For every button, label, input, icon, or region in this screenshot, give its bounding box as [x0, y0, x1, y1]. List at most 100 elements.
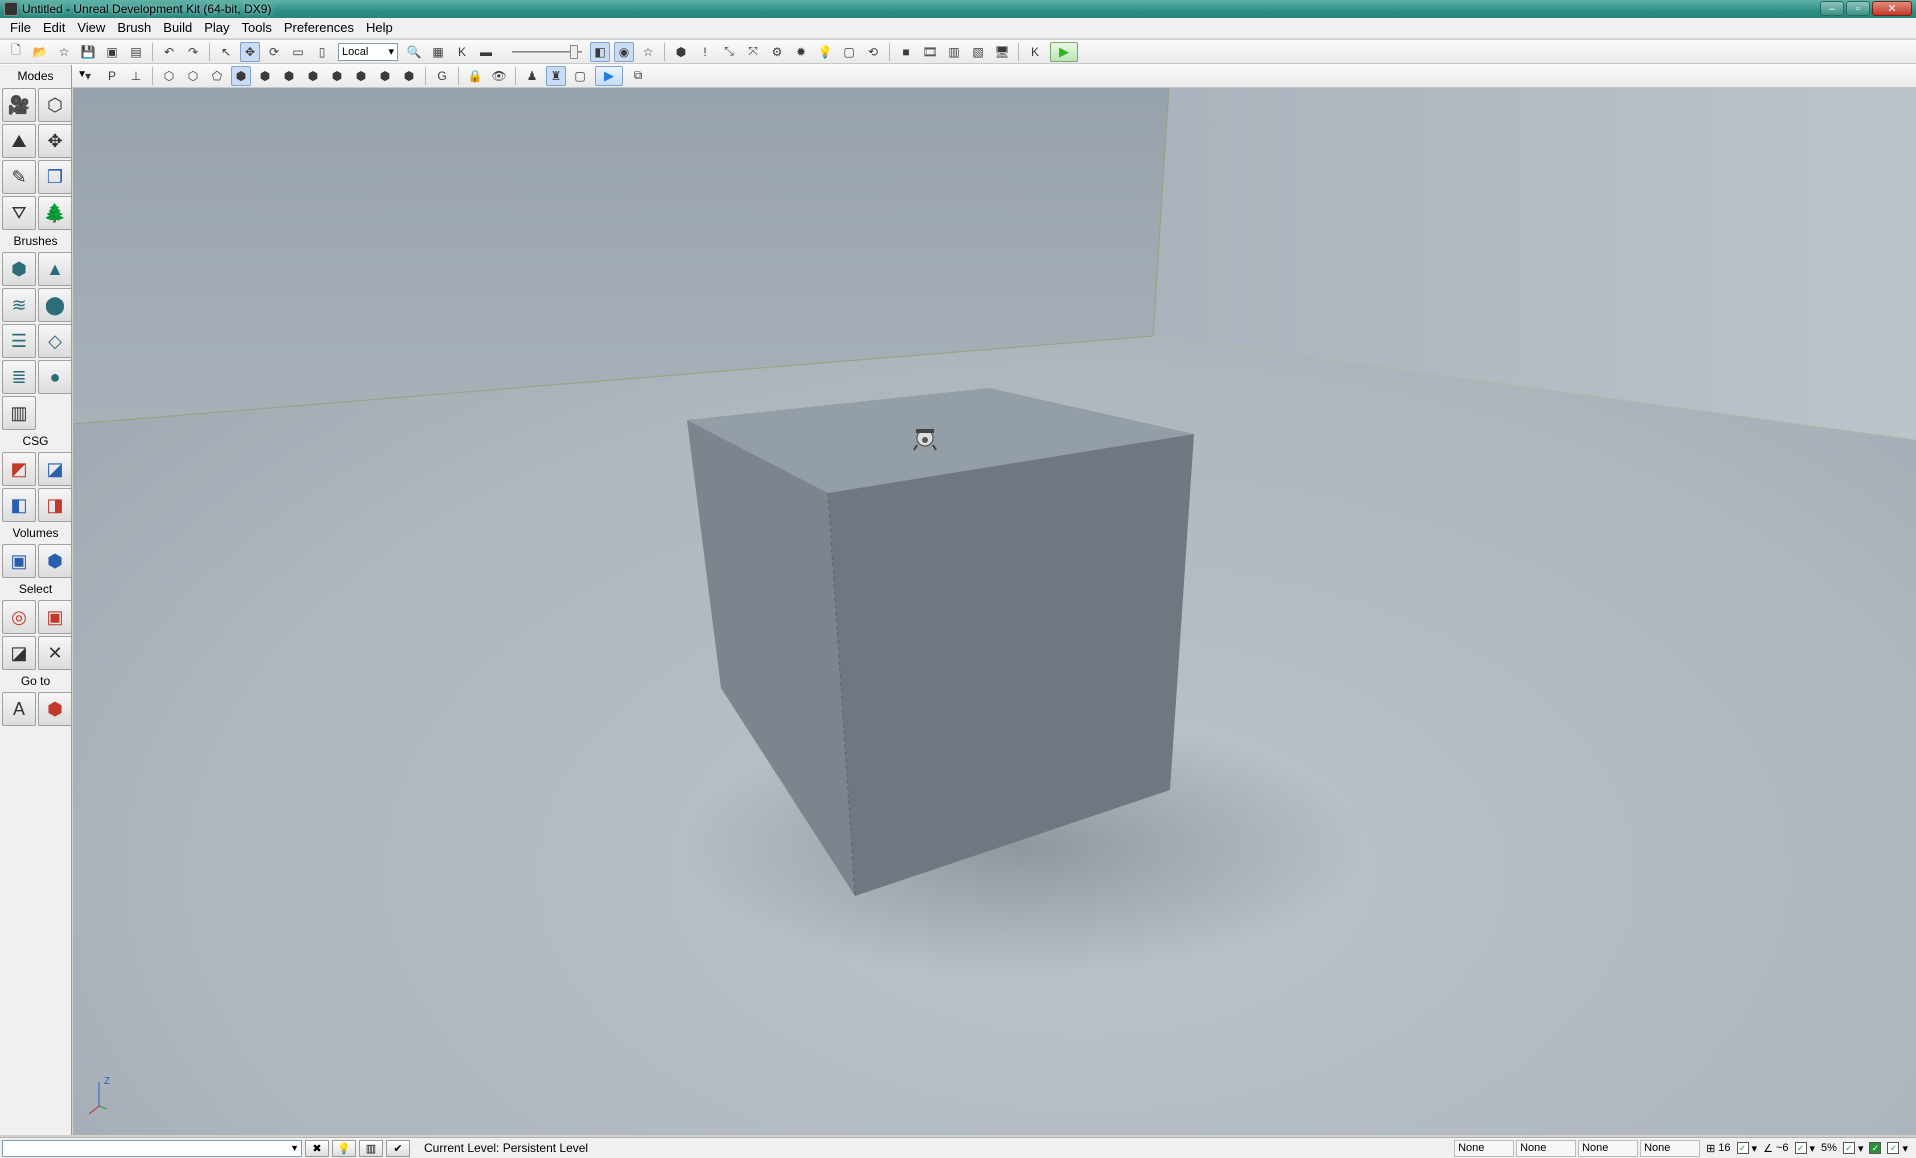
lighting-channels-icon[interactable]: ⬢: [399, 66, 419, 86]
source-control-icon[interactable]: ✓: [1869, 1142, 1882, 1154]
wireframe-icon[interactable]: ⬡: [183, 66, 203, 86]
perspective-icon[interactable]: P: [102, 66, 122, 86]
show-brush-icon[interactable]: ◧: [590, 41, 610, 62]
lightmap-density-icon[interactable]: ⬢: [375, 66, 395, 86]
monitor-icon[interactable]: 🖥: [992, 42, 1012, 62]
auto-save-icon[interactable]: ✔: [386, 1139, 410, 1157]
save-all-icon[interactable]: ▣: [102, 42, 122, 62]
build-lighting-icon[interactable]: ǃ: [695, 42, 715, 62]
add-volume-button[interactable]: ▣: [2, 544, 36, 578]
cylinder-brush-button[interactable]: ⬤: [38, 288, 72, 322]
brush-wireframe-icon[interactable]: ⬡: [159, 66, 179, 86]
build-all-icon[interactable]: ⚙: [767, 42, 787, 62]
scale-icon[interactable]: ▭: [288, 42, 308, 62]
csg-deintersect-button[interactable]: ◨: [38, 488, 72, 522]
landscape-mode-button[interactable]: ⛛: [2, 196, 36, 230]
camera-icon[interactable]: ⊥: [126, 66, 146, 86]
play-in-editor-button[interactable]: ▶: [1050, 41, 1078, 62]
scale-snap-toggle[interactable]: ✓ ▾: [1842, 1142, 1863, 1155]
goto-builder-brush-button[interactable]: ⬢: [38, 692, 72, 726]
chevron-down-icon[interactable]: ▼: [290, 1143, 299, 1153]
cinematic-icon[interactable]: 🎞: [920, 42, 940, 62]
csg-intersect-button[interactable]: ◧: [2, 488, 36, 522]
show-selected-button[interactable]: ◎: [2, 600, 36, 634]
lighting-status-icon[interactable]: 💡: [332, 1139, 356, 1157]
matinee-icon[interactable]: ▬: [476, 42, 496, 62]
cone-brush-button[interactable]: ▲: [38, 252, 72, 286]
menu-tools[interactable]: Tools: [236, 18, 278, 38]
menu-brush[interactable]: Brush: [111, 18, 157, 38]
translate-icon[interactable]: ✥: [240, 41, 260, 62]
checkbox-icon[interactable]: ✓: [1736, 1142, 1749, 1154]
minimize-button[interactable]: –: [1820, 1, 1844, 16]
cooker-icon[interactable]: ▧: [968, 42, 988, 62]
frame-icon[interactable]: ▢: [570, 66, 590, 86]
save-as-icon[interactable]: ▤: [126, 42, 146, 62]
texture-density-icon[interactable]: ⬢: [327, 66, 347, 86]
kismet-icon[interactable]: K: [452, 42, 472, 62]
unlit-icon[interactable]: ⬠: [207, 66, 227, 86]
curved-stair-brush-button[interactable]: ≋: [2, 288, 36, 322]
linear-stair-brush-button[interactable]: ☰: [2, 324, 36, 358]
terrain-mode-button[interactable]: ⛰: [2, 124, 36, 158]
new-icon[interactable]: 🗋: [6, 42, 26, 62]
perspective-viewport[interactable]: Z: [73, 88, 1916, 1135]
grid-snap-toggle[interactable]: ✓ ▾: [1736, 1142, 1757, 1155]
nonuniform-scale-icon[interactable]: ▯: [312, 42, 332, 62]
close-button[interactable]: ✕: [1872, 1, 1912, 16]
maximize-button[interactable]: ▫: [1846, 1, 1870, 16]
invert-selection-button[interactable]: ◪: [2, 636, 36, 670]
spiral-stair-brush-button[interactable]: ≣: [2, 360, 36, 394]
save-icon[interactable]: 💾: [78, 42, 98, 62]
log-icon[interactable]: ✖: [305, 1139, 329, 1157]
open-icon[interactable]: 📂: [30, 42, 50, 62]
menu-view[interactable]: View: [71, 18, 111, 38]
geometry-mode-button[interactable]: ⬡: [38, 88, 72, 122]
refresh-icon[interactable]: ⟲: [863, 42, 883, 62]
command-input[interactable]: ▼: [2, 1139, 302, 1157]
realtime-preview-button[interactable]: ▶: [595, 65, 623, 86]
foliage-mode-button[interactable]: 🌲: [38, 196, 72, 230]
lock-icon[interactable]: 🔒: [465, 66, 485, 86]
hide-selected-button[interactable]: ▣: [38, 600, 72, 634]
window-icon[interactable]: ▢: [839, 42, 859, 62]
menu-help[interactable]: Help: [360, 18, 399, 38]
menu-edit[interactable]: Edit: [37, 18, 71, 38]
csg-subtract-button[interactable]: ◪: [38, 452, 72, 486]
favorite-icon[interactable]: ☆: [54, 42, 74, 62]
eye-icon[interactable]: 👁: [489, 66, 509, 86]
sphere-brush-button[interactable]: ●: [38, 360, 72, 394]
stream-icon[interactable]: ♜: [546, 65, 566, 86]
lit-icon[interactable]: ⬢: [231, 65, 251, 86]
camera-mode-button[interactable]: 🎥: [2, 88, 36, 122]
menu-file[interactable]: File: [4, 18, 37, 38]
mesh-paint-mode-button[interactable]: ✎: [2, 160, 36, 194]
shader-complexity-icon[interactable]: ⬢: [351, 66, 371, 86]
undock-viewport-icon[interactable]: ⧉: [628, 66, 648, 86]
rotate-icon[interactable]: ⟳: [264, 42, 284, 62]
lighting-quality-icon[interactable]: ✹: [791, 42, 811, 62]
build-geometry-icon[interactable]: ⬢: [671, 42, 691, 62]
redo-icon[interactable]: ↷: [183, 42, 203, 62]
checkbox-icon[interactable]: ✓: [1869, 1142, 1882, 1154]
texture-align-mode-button[interactable]: ❒: [38, 160, 72, 194]
menu-play[interactable]: Play: [198, 18, 235, 38]
material-icon[interactable]: ■: [896, 42, 916, 62]
select-icon[interactable]: ↖: [216, 42, 236, 62]
volume-list-button[interactable]: ⬢: [38, 544, 72, 578]
menu-build[interactable]: Build: [157, 18, 198, 38]
checkbox-icon[interactable]: ✓: [1794, 1142, 1807, 1154]
actor-icon[interactable]: ♟: [522, 66, 542, 86]
chevron-down-icon[interactable]: ▼: [77, 69, 87, 80]
goto-actor-button[interactable]: A: [2, 692, 36, 726]
autosave-toggle[interactable]: ✓ ▾: [1887, 1142, 1908, 1155]
cube-brush-button[interactable]: ⬢: [2, 252, 36, 286]
move-mode-button[interactable]: ✥: [38, 124, 72, 158]
lighting-only-icon[interactable]: ⬢: [279, 66, 299, 86]
content-browser-icon[interactable]: ▦: [428, 42, 448, 62]
scale-snap-control[interactable]: 5%: [1821, 1142, 1837, 1154]
game-view-icon[interactable]: G: [432, 66, 452, 86]
build-paths-icon[interactable]: ⤡: [719, 42, 739, 62]
sheet-brush-button[interactable]: ◇: [38, 324, 72, 358]
checkbox-icon[interactable]: ✓: [1842, 1142, 1855, 1154]
